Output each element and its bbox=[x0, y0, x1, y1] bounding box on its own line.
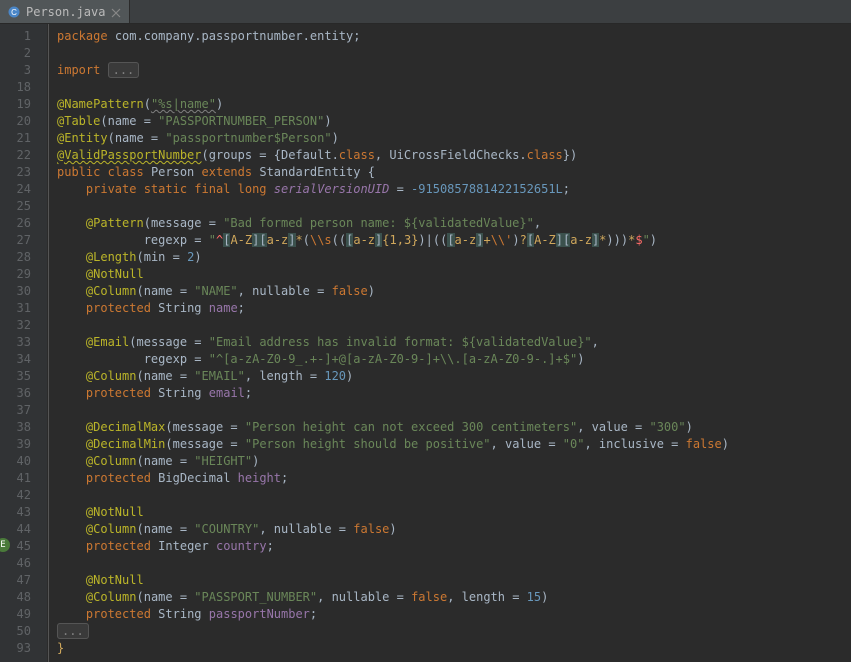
line-number: E45 bbox=[0, 538, 47, 555]
code-line: @Length(min = 2) bbox=[57, 249, 851, 266]
line-number: 35 bbox=[0, 368, 47, 385]
line-number: 39 bbox=[0, 436, 47, 453]
code-line: @Column(name = "HEIGHT") bbox=[57, 453, 851, 470]
code-line: private static final long serialVersionU… bbox=[57, 181, 851, 198]
code-line: import ... bbox=[57, 62, 851, 79]
code-line bbox=[57, 79, 851, 96]
code-line: protected Integer country; bbox=[57, 538, 851, 555]
close-icon[interactable] bbox=[111, 7, 121, 17]
code-line: protected BigDecimal height; bbox=[57, 470, 851, 487]
code-line: @NotNull bbox=[57, 504, 851, 521]
line-gutter: 1 2 3 18 19 20 21 22 23 24 25 26 27 28 2… bbox=[0, 24, 48, 662]
java-class-icon: C bbox=[8, 6, 20, 18]
code-line: @NotNull bbox=[57, 266, 851, 283]
line-number: 37 bbox=[0, 402, 47, 419]
line-number: 43 bbox=[0, 504, 47, 521]
code-area[interactable]: package com.company.passportnumber.entit… bbox=[48, 24, 851, 662]
line-number: 93 bbox=[0, 640, 47, 657]
line-number: 29 bbox=[0, 266, 47, 283]
fold-indicator[interactable]: ... bbox=[57, 623, 89, 639]
code-line: regexp = "^[a-zA-Z0-9_.+-]+@[a-zA-Z0-9-]… bbox=[57, 351, 851, 368]
line-number: 30 bbox=[0, 283, 47, 300]
code-line bbox=[57, 555, 851, 572]
line-number: 20 bbox=[0, 113, 47, 130]
code-line bbox=[57, 487, 851, 504]
code-line: @Entity(name = "passportnumber$Person") bbox=[57, 130, 851, 147]
line-number: 3 bbox=[0, 62, 47, 79]
line-number: 22 bbox=[0, 147, 47, 164]
code-line: protected String name; bbox=[57, 300, 851, 317]
line-number: 28 bbox=[0, 249, 47, 266]
tab-bar: C Person.java bbox=[0, 0, 851, 24]
line-number: 44 bbox=[0, 521, 47, 538]
code-line: @DecimalMax(message = "Person height can… bbox=[57, 419, 851, 436]
code-line: protected String passportNumber; bbox=[57, 606, 851, 623]
line-number: 19 bbox=[0, 96, 47, 113]
svg-text:C: C bbox=[11, 8, 17, 17]
line-number: 25 bbox=[0, 198, 47, 215]
line-number: 46 bbox=[0, 555, 47, 572]
code-line: protected String email; bbox=[57, 385, 851, 402]
line-number: 18 bbox=[0, 79, 47, 96]
code-line: ... bbox=[57, 623, 851, 640]
code-line bbox=[57, 317, 851, 334]
line-number: 32 bbox=[0, 317, 47, 334]
line-number: 27 bbox=[0, 232, 47, 249]
line-number: 38 bbox=[0, 419, 47, 436]
line-number: 36 bbox=[0, 385, 47, 402]
line-number: 50 bbox=[0, 623, 47, 640]
line-number: 47 bbox=[0, 572, 47, 589]
code-line: @Email(message = "Email address has inva… bbox=[57, 334, 851, 351]
code-line: @Pattern(message = "Bad formed person na… bbox=[57, 215, 851, 232]
tab-filename: Person.java bbox=[26, 5, 105, 19]
line-number: 42 bbox=[0, 487, 47, 504]
code-line: @NamePattern("%s|name") bbox=[57, 96, 851, 113]
code-line: } bbox=[57, 640, 851, 657]
line-number: 41 bbox=[0, 470, 47, 487]
code-line: @DecimalMin(message = "Person height sho… bbox=[57, 436, 851, 453]
line-number: 24 bbox=[0, 181, 47, 198]
code-line: @Table(name = "PASSPORTNUMBER_PERSON") bbox=[57, 113, 851, 130]
line-number: 21 bbox=[0, 130, 47, 147]
fold-indicator[interactable]: ... bbox=[108, 62, 140, 78]
line-number: 40 bbox=[0, 453, 47, 470]
file-tab[interactable]: C Person.java bbox=[0, 0, 130, 23]
line-number: 49 bbox=[0, 606, 47, 623]
line-number: 23 bbox=[0, 164, 47, 181]
code-line bbox=[57, 198, 851, 215]
line-number: 34 bbox=[0, 351, 47, 368]
code-line: @Column(name = "EMAIL", length = 120) bbox=[57, 368, 851, 385]
code-editor[interactable]: 1 2 3 18 19 20 21 22 23 24 25 26 27 28 2… bbox=[0, 24, 851, 662]
code-line: @NotNull bbox=[57, 572, 851, 589]
gutter-badge-icon: E bbox=[0, 538, 10, 552]
line-number: 33 bbox=[0, 334, 47, 351]
line-number: 2 bbox=[0, 45, 47, 62]
code-line: @ValidPassportNumber(groups = {Default.c… bbox=[57, 147, 851, 164]
code-line: package com.company.passportnumber.entit… bbox=[57, 28, 851, 45]
code-line: regexp = "^[A-Z][a-z]*(\\s(([a-z]{1,3})|… bbox=[57, 232, 851, 249]
code-line bbox=[57, 402, 851, 419]
code-line: public class Person extends StandardEnti… bbox=[57, 164, 851, 181]
line-number: 48 bbox=[0, 589, 47, 606]
code-line: @Column(name = "PASSPORT_NUMBER", nullab… bbox=[57, 589, 851, 606]
code-line: @Column(name = "NAME", nullable = false) bbox=[57, 283, 851, 300]
code-line: @Column(name = "COUNTRY", nullable = fal… bbox=[57, 521, 851, 538]
line-number: 26 bbox=[0, 215, 47, 232]
code-line bbox=[57, 45, 851, 62]
line-number: 1 bbox=[0, 28, 47, 45]
line-number: 31 bbox=[0, 300, 47, 317]
